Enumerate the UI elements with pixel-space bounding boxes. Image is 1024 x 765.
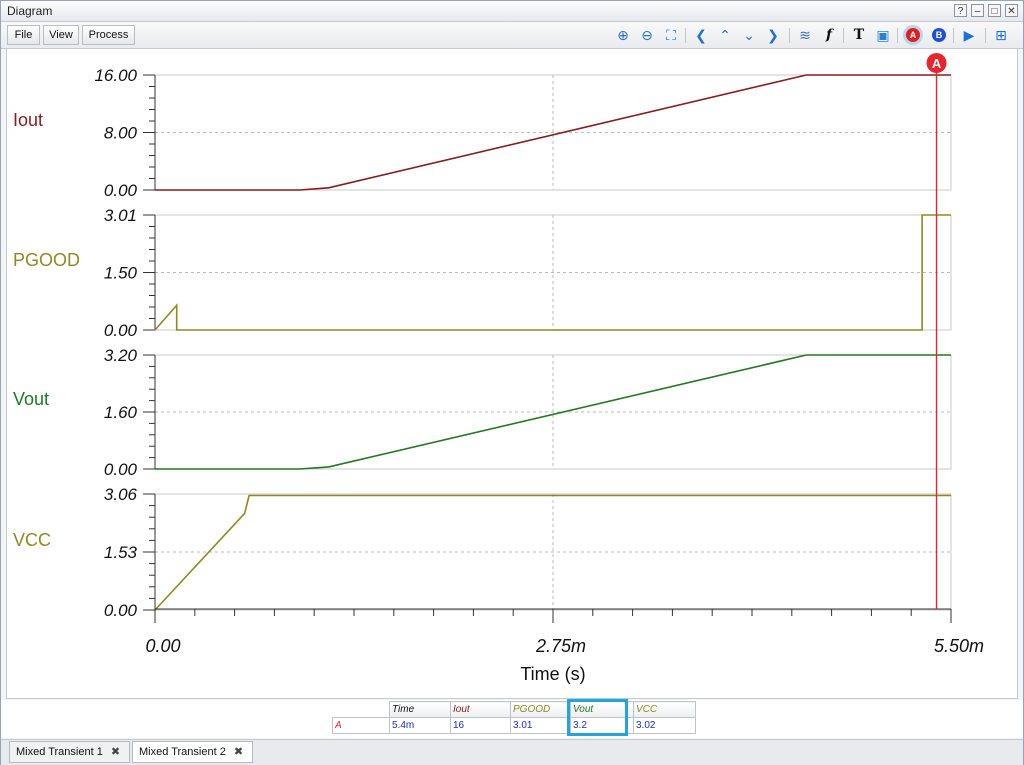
x-axis-label: Time (s) [520,664,585,684]
table-header-time: Time [389,701,451,718]
toolbar-separator [985,28,986,43]
close-tab-icon[interactable]: ✖ [111,746,120,758]
close-button[interactable]: ✕ [1005,4,1018,17]
cursor-row-label: A [332,717,390,734]
series-label-vout: Vout [13,389,49,409]
cursor-a-icon[interactable]: A [906,28,920,42]
zoom-fit-icon[interactable]: ⛶ [661,25,681,45]
y-tick-label: 0.00 [104,460,138,479]
table-value-pgood: 3.01 [510,717,571,734]
table-value-time: 5.4m [389,717,451,734]
y-tick-label: 0.00 [104,181,138,200]
close-tab-icon[interactable]: ✖ [234,746,243,758]
text-icon[interactable]: T [849,25,869,45]
tab-label: Mixed Transient 2 [139,746,226,758]
function-icon[interactable]: f [819,25,839,45]
window-title: Diagram [7,4,53,18]
toolbar-separator [685,28,686,43]
toolbar-separator [953,28,954,43]
zoom-out-icon[interactable]: ⊖ [637,25,657,45]
view-menu[interactable]: View [43,25,79,45]
toolbar-separator [789,28,790,43]
cursor-readout-panel: Time Iout PGOOD Vout VCC A 5.4m 16 3.01 3.2 3.02 [1,700,1023,738]
process-menu[interactable]: Process [82,25,135,45]
minimize-button[interactable]: – [971,4,984,17]
waveform-chart[interactable]: 16.00 8.00 0.00 Iout 3.01 1.50 0.00 PGOOD 3.20 1.… [7,49,1017,698]
plot-area[interactable]: 16.00 8.00 0.00 Iout 3.01 1.50 0.00 PGOOD 3.20 1.… [6,48,1018,699]
y-tick-label: 16.00 [94,66,137,85]
series-label-pgood: PGOOD [13,250,80,270]
y-tick-label: 1.53 [104,543,138,562]
comment-icon[interactable]: ▣ [873,25,893,45]
tab-label: Mixed Transient 1 [16,746,103,758]
add-window-icon[interactable]: ⊞ [991,25,1011,45]
y-tick-label: 3.01 [104,206,137,225]
x-tick-label: 0.00 [145,636,180,656]
table-header-pgood: PGOOD [510,701,571,718]
series-label-vcc: VCC [13,530,51,550]
help-button[interactable]: ? [954,4,967,17]
cursor-b-icon[interactable]: B [932,28,946,42]
table-header-iout: Iout [450,701,511,718]
title-bar: Diagram ? – □ ✕ [1,1,1023,22]
y-tick-label: 1.50 [104,264,138,283]
arrow-left-icon[interactable]: ❮ [691,25,711,45]
arrow-up-icon[interactable]: ⌃ [715,25,735,45]
toolbar: File View Process ⊕ ⊖ ⛶ ❮ ⌃ ⌄ ❯ ≋ f T ▣ A B ▶ ⊞ [1,22,1023,49]
table-value-vcc: 3.02 [633,717,696,734]
arrow-down-icon[interactable]: ⌄ [739,25,759,45]
y-tick-label: 0.00 [104,321,138,340]
toolbar-separator [843,28,844,43]
file-menu[interactable]: File [7,25,40,45]
tab-mixed-transient-1[interactable]: Mixed Transient 1 ✖ [9,741,130,763]
zoom-in-icon[interactable]: ⊕ [613,25,633,45]
series-label-iout: Iout [13,110,43,130]
waveform-icon[interactable]: ≋ [795,25,815,45]
play-icon[interactable]: ▶ [959,25,979,45]
toolbar-separator [897,28,898,43]
table-corner [332,701,390,718]
table-value-vout: 3.2 [570,717,634,734]
y-tick-label: 1.60 [104,403,138,422]
table-header-vcc: VCC [633,701,696,718]
cursor-table: Time Iout PGOOD Vout VCC A 5.4m 16 3.01 3.2 3.02 [332,701,696,734]
x-tick-label: 2.75m [535,636,586,656]
cursor-a-label: A [932,56,942,71]
y-tick-label: 0.00 [104,601,138,620]
table-value-iout: 16 [450,717,511,734]
y-tick-label: 8.00 [104,124,138,143]
x-tick-label: 5.50m [934,636,984,656]
diagram-window: Diagram ? – □ ✕ File View Process ⊕ ⊖ ⛶ ❮ ⌃ ⌄… [0,0,1024,765]
y-tick-label: 3.20 [104,346,138,365]
tab-mixed-transient-2[interactable]: Mixed Transient 2 ✖ [132,741,253,763]
tab-bar: Mixed Transient 1 ✖ Mixed Transient 2 ✖ [1,739,1023,765]
maximize-button[interactable]: □ [988,4,1001,17]
table-header-vout: Vout [570,701,634,718]
arrow-right-icon[interactable]: ❯ [763,25,783,45]
y-tick-label: 3.06 [104,485,138,504]
